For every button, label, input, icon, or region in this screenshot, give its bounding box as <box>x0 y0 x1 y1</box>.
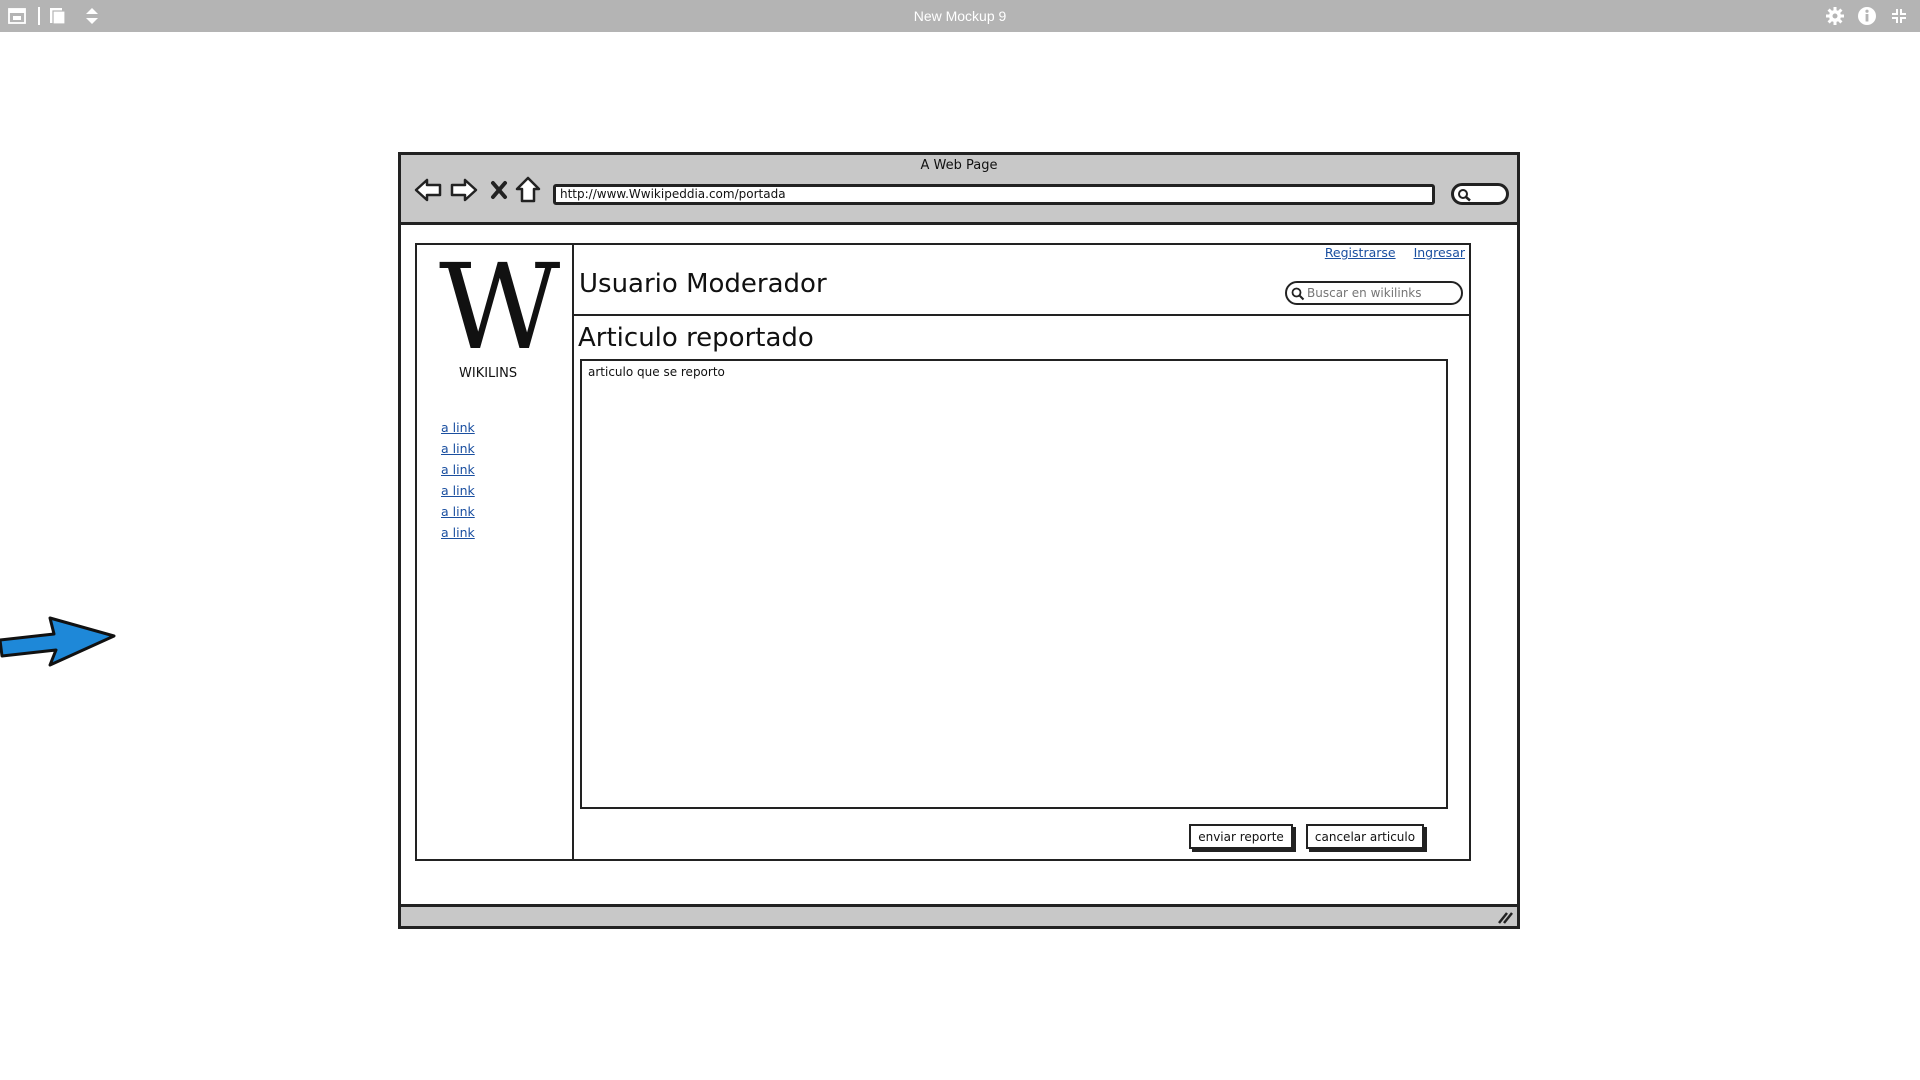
search-input[interactable] <box>1285 281 1463 305</box>
account-links: Registrarse Ingresar <box>1311 245 1465 260</box>
toolbar-divider <box>38 7 40 25</box>
home-icon[interactable] <box>513 175 543 205</box>
resize-grip-icon[interactable] <box>1497 910 1513 924</box>
stop-icon[interactable] <box>485 175 515 205</box>
list-item: a link <box>441 417 475 438</box>
info-icon[interactable] <box>1857 6 1877 26</box>
sidebar-link[interactable]: a link <box>441 525 475 540</box>
list-item: a link <box>441 459 475 480</box>
browser-status-bar <box>401 904 1517 926</box>
arrow-icon <box>0 616 116 667</box>
list-item: a link <box>441 501 475 522</box>
pages-icon[interactable] <box>47 6 67 26</box>
window-icon[interactable] <box>7 6 27 26</box>
sidebar-links: a link a link a link a link a link a lin… <box>441 417 475 543</box>
list-item: a link <box>441 438 475 459</box>
browser-window: A Web Page http://www.Wwikipeddia.com/po… <box>398 152 1520 929</box>
login-link[interactable]: Ingresar <box>1414 245 1465 260</box>
register-link[interactable]: Registrarse <box>1325 245 1396 260</box>
logo-text: WIKILINS <box>459 366 518 381</box>
sidebar: W WIKILINS a link a link a link a link a… <box>417 245 574 859</box>
logo-letter: W <box>439 238 561 376</box>
sidebar-link[interactable]: a link <box>441 420 475 435</box>
app-title: New Mockup 9 <box>913 8 1007 24</box>
url-bar[interactable]: http://www.Wwikipeddia.com/portada <box>553 184 1435 205</box>
page-frame: W WIKILINS a link a link a link a link a… <box>415 243 1471 861</box>
sidebar-link[interactable]: a link <box>441 441 475 456</box>
sort-arrows-icon[interactable] <box>82 6 102 26</box>
list-item: a link <box>441 480 475 501</box>
page-title: Usuario Moderador <box>579 269 827 299</box>
app-title-bar: New Mockup 9 <box>0 0 1920 32</box>
cancel-article-button[interactable]: cancelar articulo <box>1306 824 1424 849</box>
gear-icon[interactable] <box>1825 6 1845 26</box>
collapse-icon[interactable] <box>1889 6 1909 26</box>
section-title: Articulo reportado <box>578 323 814 353</box>
forward-arrow-icon[interactable] <box>449 175 479 205</box>
list-item: a link <box>441 522 475 543</box>
sidebar-link[interactable]: a link <box>441 483 475 498</box>
header-divider <box>574 314 1469 316</box>
browser-toolbar: A Web Page http://www.Wwikipeddia.com/po… <box>401 155 1517 225</box>
search-icon <box>1458 189 1471 202</box>
send-report-button[interactable]: enviar reporte <box>1189 824 1293 849</box>
report-textarea[interactable]: articulo que se reporto <box>580 359 1448 809</box>
sidebar-link[interactable]: a link <box>441 504 475 519</box>
browser-search-field[interactable] <box>1451 183 1509 205</box>
browser-title: A Web Page <box>920 158 998 173</box>
back-arrow-icon[interactable] <box>413 175 443 205</box>
sidebar-link[interactable]: a link <box>441 462 475 477</box>
search-icon <box>1291 287 1305 301</box>
